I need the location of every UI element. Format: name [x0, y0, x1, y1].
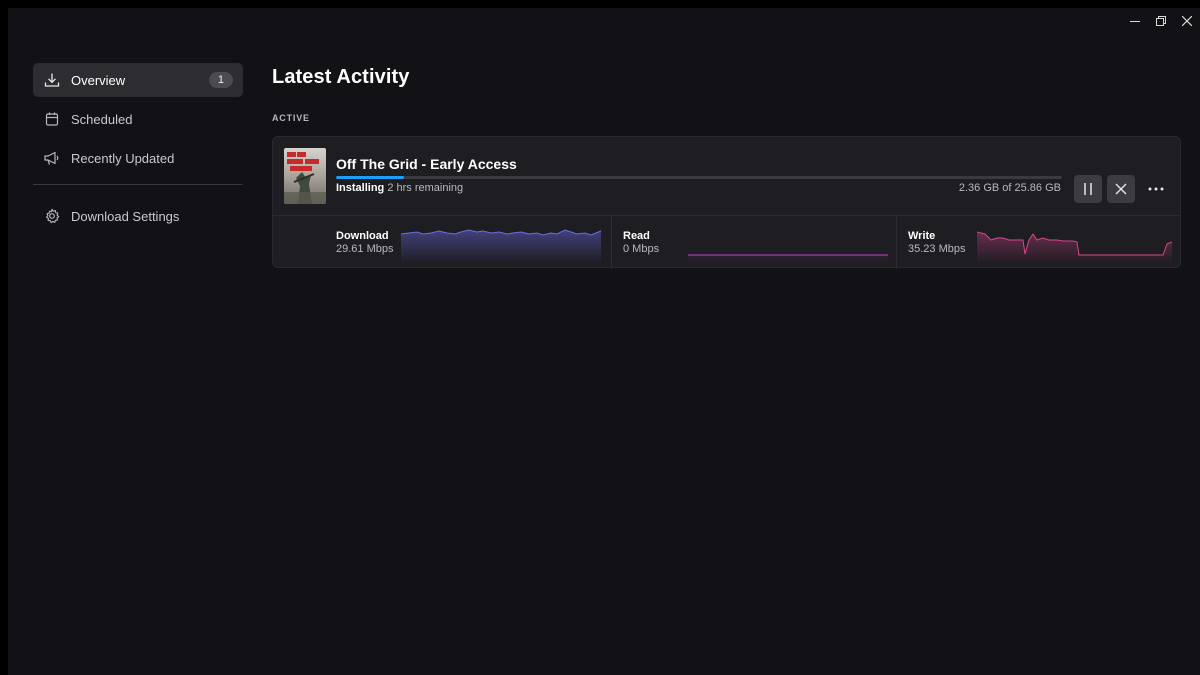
- stat-write: Write 35.23 Mbps: [896, 216, 1182, 269]
- sidebar-item-download-settings[interactable]: Download Settings: [33, 199, 243, 233]
- stat-write-value: 35.23 Mbps: [908, 243, 966, 255]
- download-size: 2.36 GB of 25.86 GB: [958, 182, 1061, 194]
- stat-read: Read 0 Mbps: [611, 216, 897, 269]
- minimize-icon[interactable]: [1122, 8, 1148, 34]
- cancel-button[interactable]: [1107, 175, 1135, 203]
- stat-read-label: Read: [623, 230, 650, 242]
- download-progress-bar: [336, 176, 1062, 179]
- gear-icon: [33, 208, 71, 224]
- sidebar-item-label: Recently Updated: [71, 150, 175, 166]
- more-options-button[interactable]: [1142, 175, 1170, 203]
- write-rate-graph: [977, 231, 1172, 264]
- section-label-active: ACTIVE: [272, 113, 310, 123]
- stat-write-label: Write: [908, 230, 936, 242]
- status-installing: Installing: [336, 182, 385, 194]
- pause-icon: [1084, 183, 1092, 195]
- download-header: Off The Grid - Early Access Installing 2…: [273, 137, 1180, 215]
- download-rate-graph: [401, 229, 601, 264]
- game-title: Off The Grid - Early Access: [336, 156, 517, 172]
- stat-download-value: 29.61 Mbps: [336, 243, 394, 255]
- sidebar-item-overview[interactable]: Overview 1: [33, 63, 243, 97]
- calendar-icon: [33, 111, 71, 127]
- active-download-card[interactable]: Off The Grid - Early Access Installing 2…: [272, 136, 1181, 269]
- download-icon: [33, 72, 71, 88]
- stat-read-value: 0 Mbps: [623, 243, 660, 255]
- game-thumbnail[interactable]: [284, 148, 326, 204]
- download-status: Installing 2 hrs remaining: [336, 182, 463, 194]
- sidebar-item-label: Overview: [71, 72, 126, 88]
- window-controls: [1122, 8, 1200, 34]
- download-stats: Download 29.61 Mbps Read 0 Mbps Write 35…: [273, 215, 1180, 269]
- sidebar-item-scheduled[interactable]: Scheduled: [33, 102, 243, 136]
- megaphone-icon: [33, 150, 71, 166]
- pause-button[interactable]: [1074, 175, 1102, 203]
- app-window: Overview 1 Scheduled Recently Updated Do…: [8, 8, 1200, 675]
- sidebar: Overview 1 Scheduled Recently Updated Do…: [33, 63, 243, 238]
- more-icon: [1148, 187, 1164, 191]
- close-icon[interactable]: [1174, 8, 1200, 34]
- overview-count-badge: 1: [208, 72, 233, 88]
- page-title: Latest Activity: [272, 66, 410, 88]
- stat-download: Download 29.61 Mbps: [273, 216, 611, 269]
- restore-icon[interactable]: [1148, 8, 1174, 34]
- close-icon: [1115, 183, 1127, 195]
- read-rate-graph: [688, 254, 888, 264]
- status-time-remaining: 2 hrs remaining: [387, 182, 464, 194]
- stat-download-label: Download: [336, 230, 389, 242]
- download-progress-fill: [336, 176, 405, 179]
- sidebar-item-recently-updated[interactable]: Recently Updated: [33, 141, 243, 175]
- sidebar-item-label: Download Settings: [71, 208, 180, 224]
- sidebar-divider: [33, 184, 243, 185]
- sidebar-item-label: Scheduled: [71, 111, 133, 127]
